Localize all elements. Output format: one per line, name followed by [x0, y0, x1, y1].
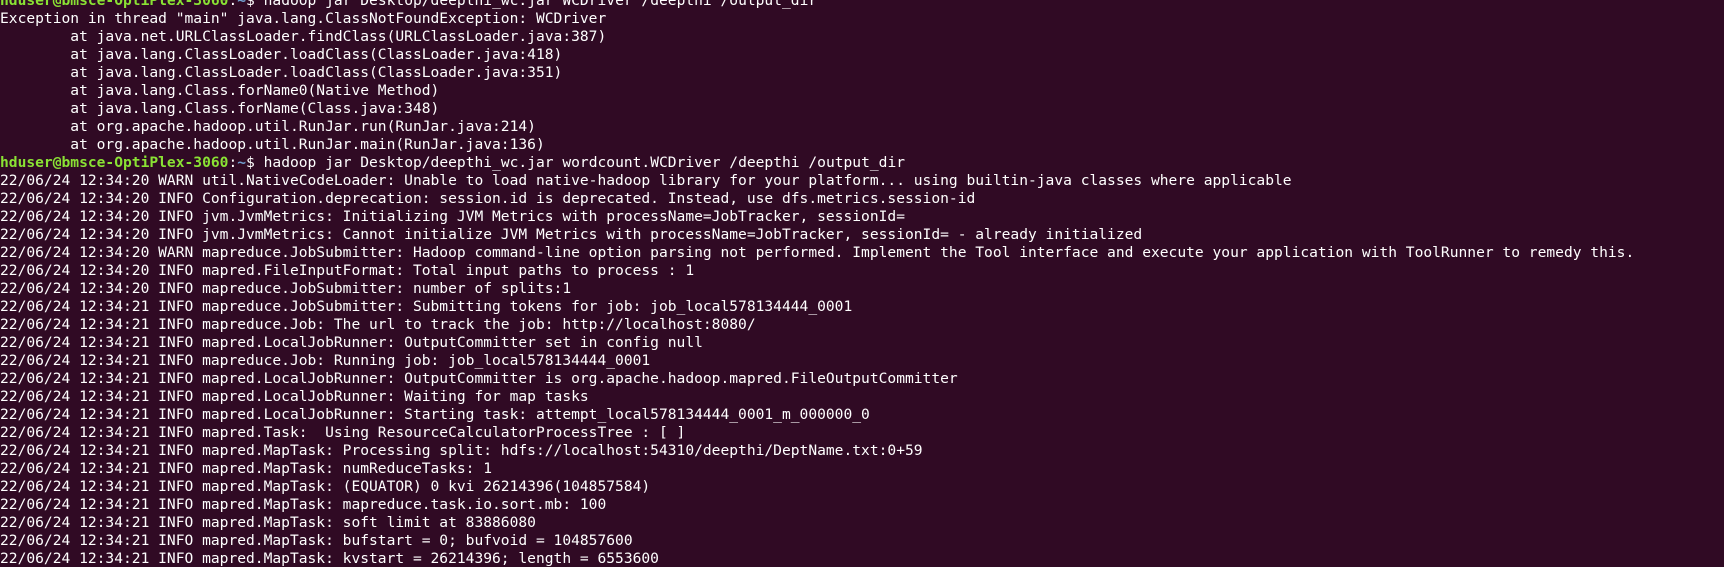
output-line: 22/06/24 12:34:21 INFO mapred.LocalJobRu… [0, 334, 703, 351]
output-line: at org.apache.hadoop.util.RunJar.main(Ru… [0, 136, 545, 153]
terminal-window[interactable]: hduser@bmsce-OptiPlex-3060:~$ hadoop jar… [0, 0, 1724, 567]
prompt-user: hduser@bmsce-OptiPlex-3060 [0, 0, 229, 9]
prompt-path: ~ [237, 0, 247, 9]
output-line: 22/06/24 12:34:21 INFO mapreduce.Job: Th… [0, 316, 756, 333]
output-line: 22/06/24 12:34:21 INFO mapred.Task: Usin… [0, 424, 686, 441]
output-line: 22/06/24 12:34:21 INFO mapred.MapTask: b… [0, 532, 633, 549]
prompt-symbol: $ [246, 0, 264, 9]
output-line: 22/06/24 12:34:21 INFO mapred.MapTask: (… [0, 478, 651, 495]
output-line: at java.net.URLClassLoader.findClass(URL… [0, 28, 607, 45]
prompt-line: hduser@bmsce-OptiPlex-3060:~$ hadoop jar… [0, 0, 1724, 10]
output-line: 22/06/24 12:34:20 INFO mapreduce.JobSubm… [0, 280, 572, 297]
command-text: hadoop jar Desktop/deepthi_wc.jar wordco… [263, 154, 906, 171]
command-text: hadoop jar Desktop/deepthi_wc.jar WCDriv… [263, 0, 818, 9]
output-line: 22/06/24 12:34:21 INFO mapreduce.JobSubm… [0, 298, 853, 315]
output-line: at java.lang.ClassLoader.loadClass(Class… [0, 46, 563, 63]
prompt-user: hduser@bmsce-OptiPlex-3060 [0, 154, 229, 171]
output-line: 22/06/24 12:34:21 INFO mapred.MapTask: n… [0, 460, 493, 477]
output-line: 22/06/24 12:34:20 INFO jvm.JvmMetrics: I… [0, 208, 905, 225]
output-line: 22/06/24 12:34:21 INFO mapreduce.Job: Ru… [0, 352, 651, 369]
prompt-path: ~ [237, 154, 247, 171]
output-line: 22/06/24 12:34:21 INFO mapred.LocalJobRu… [0, 406, 870, 423]
prompt-separator: : [228, 154, 238, 171]
output-line: 22/06/24 12:34:21 INFO mapred.MapTask: s… [0, 514, 536, 531]
output-line: Exception in thread "main" java.lang.Cla… [0, 10, 607, 27]
output-line: 22/06/24 12:34:21 INFO mapred.LocalJobRu… [0, 388, 589, 405]
output-line: 22/06/24 12:34:21 INFO mapred.LocalJobRu… [0, 370, 958, 387]
output-line: 22/06/24 12:34:20 WARN util.NativeCodeLo… [0, 172, 1292, 189]
prompt-line: hduser@bmsce-OptiPlex-3060:~$ hadoop jar… [0, 154, 1724, 172]
output-line: at org.apache.hadoop.util.RunJar.run(Run… [0, 118, 536, 135]
output-line: 22/06/24 12:34:20 INFO jvm.JvmMetrics: C… [0, 226, 1143, 243]
output-line: 22/06/24 12:34:20 INFO mapred.FileInputF… [0, 262, 695, 279]
output-line: at java.lang.Class.forName0(Native Metho… [0, 82, 440, 99]
output-line: 22/06/24 12:34:21 INFO mapred.MapTask: k… [0, 550, 659, 567]
prompt-symbol: $ [246, 154, 264, 171]
output-line: 22/06/24 12:34:21 INFO mapred.MapTask: P… [0, 442, 923, 459]
prompt-separator: : [228, 0, 238, 9]
output-line: 22/06/24 12:34:20 INFO Configuration.dep… [0, 190, 976, 207]
output-line: at java.lang.ClassLoader.loadClass(Class… [0, 64, 563, 81]
output-line: 22/06/24 12:34:21 INFO mapred.MapTask: m… [0, 496, 607, 513]
output-line: at java.lang.Class.forName(Class.java:34… [0, 100, 440, 117]
output-line: 22/06/24 12:34:20 WARN mapreduce.JobSubm… [0, 244, 1635, 261]
terminal-output: hduser@bmsce-OptiPlex-3060:~$ hadoop jar… [0, 0, 1724, 567]
